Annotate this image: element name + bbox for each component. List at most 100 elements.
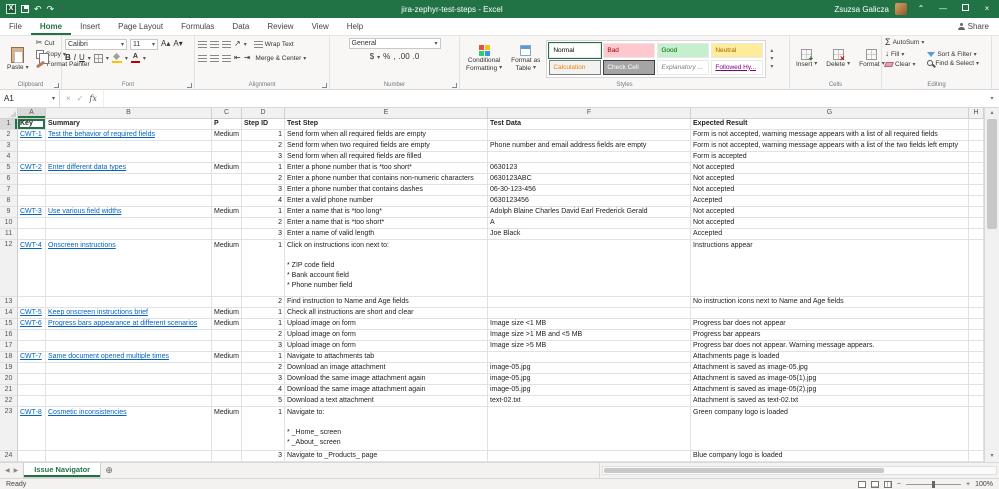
cell-H23[interactable] — [969, 407, 984, 451]
cell-G10[interactable]: Not accepted — [691, 218, 969, 229]
comma-format-icon[interactable]: , — [393, 52, 395, 62]
align-left-icon[interactable] — [198, 54, 207, 62]
cell-H18[interactable] — [969, 352, 984, 363]
cell-A11[interactable] — [18, 229, 46, 240]
cell-H19[interactable] — [969, 363, 984, 374]
cell-G9[interactable]: Not accepted — [691, 207, 969, 218]
delete-cells-button[interactable]: Delete▾ — [823, 38, 853, 79]
zoom-slider[interactable] — [906, 480, 961, 488]
cell-B20[interactable] — [46, 374, 212, 385]
cell-A21[interactable] — [18, 385, 46, 396]
cell-A9[interactable]: CWT-3 — [18, 207, 46, 218]
cell-D3[interactable]: 2 — [242, 141, 285, 152]
ribbon-tab-data[interactable]: Data — [223, 18, 258, 35]
column-header-A[interactable]: A — [18, 108, 46, 119]
cell-C22[interactable] — [212, 396, 242, 407]
cell-A10[interactable] — [18, 218, 46, 229]
cell-B12[interactable]: Onscreen instructions — [46, 240, 212, 297]
cell-C10[interactable] — [212, 218, 242, 229]
alignment-dialog-launcher-icon[interactable] — [322, 83, 327, 88]
cell-E22[interactable]: Download a text attachment — [285, 396, 488, 407]
format-as-table-button[interactable]: Format as Table ▾ — [508, 38, 543, 79]
cell-F23[interactable] — [488, 407, 691, 451]
cell-style-followed-hy[interactable]: Followed Hy... — [711, 59, 764, 75]
column-header-G[interactable]: G — [691, 108, 969, 119]
ribbon-tab-home[interactable]: Home — [31, 18, 71, 35]
cell-E13[interactable]: Find instruction to Name and Age fields — [285, 297, 488, 308]
cell-F12[interactable] — [488, 240, 691, 297]
cell-D17[interactable]: 3 — [242, 341, 285, 352]
cell-G3[interactable]: Form is not accepted, warning message ap… — [691, 141, 969, 152]
cell-H12[interactable] — [969, 240, 984, 297]
cell-E4[interactable]: Send form when all required fields are f… — [285, 152, 488, 163]
number-dialog-launcher-icon[interactable] — [452, 83, 457, 88]
ribbon-tab-review[interactable]: Review — [258, 18, 302, 35]
cell-D2[interactable]: 1 — [242, 130, 285, 141]
row-header-13[interactable]: 13 — [0, 297, 18, 308]
cell-G21[interactable]: Attachment is saved as image-05(2).jpg — [691, 385, 969, 396]
cell-G17[interactable]: Progress bar does not appear. Warning me… — [691, 341, 969, 352]
cell-G24[interactable]: Blue company logo is loaded — [691, 451, 969, 462]
cell-C12[interactable]: Medium — [212, 240, 242, 297]
number-format-select[interactable]: General ▾ — [348, 38, 441, 49]
redo-icon[interactable]: ↷ — [47, 0, 55, 18]
row-header-8[interactable]: 8 — [0, 196, 18, 207]
cell-D15[interactable]: 1 — [242, 319, 285, 330]
cell-F9[interactable]: Adolph Blaine Charles David Earl Frederi… — [488, 207, 691, 218]
cell-F7[interactable]: 06-30-123-456 — [488, 185, 691, 196]
cell-H16[interactable] — [969, 330, 984, 341]
cell-style-normal[interactable]: Normal — [548, 41, 603, 59]
cell-D1[interactable]: Step ID — [242, 119, 285, 130]
cell-H7[interactable] — [969, 185, 984, 196]
minimize-button[interactable]: — — [935, 0, 951, 18]
row-header-21[interactable]: 21 — [0, 385, 18, 396]
font-size-select[interactable]: 11 ▾ — [130, 38, 158, 50]
column-header-D[interactable]: D — [242, 108, 285, 119]
cell-H2[interactable] — [969, 130, 984, 141]
cell-E11[interactable]: Enter a name of valid length — [285, 229, 488, 240]
cell-F14[interactable] — [488, 308, 691, 319]
cell-F17[interactable]: Image size >5 MB — [488, 341, 691, 352]
ribbon-tab-view[interactable]: View — [303, 18, 338, 35]
cell-F20[interactable]: image-05.jpg — [488, 374, 691, 385]
cell-A16[interactable] — [18, 330, 46, 341]
top-align-icon[interactable] — [198, 40, 207, 48]
cell-E8[interactable]: Enter a valid phone number — [285, 196, 488, 207]
cell-B22[interactable] — [46, 396, 212, 407]
cell-B2[interactable]: Test the behavior of required fields — [46, 130, 212, 141]
cell-F5[interactable]: 0630123 — [488, 163, 691, 174]
currency-format-icon[interactable]: $ — [370, 52, 374, 62]
qat-customize-icon[interactable]: ▾ — [59, 0, 64, 18]
cell-H9[interactable] — [969, 207, 984, 218]
cell-F6[interactable]: 0630123ABC — [488, 174, 691, 185]
normal-view-icon[interactable] — [857, 480, 866, 488]
cell-C3[interactable] — [212, 141, 242, 152]
cell-style-good[interactable]: Good — [657, 42, 710, 58]
cell-A14[interactable]: CWT-5 — [18, 308, 46, 319]
cell-G6[interactable]: Not accepted — [691, 174, 969, 185]
row-header-22[interactable]: 22 — [0, 396, 18, 407]
row-header-12[interactable]: 12 — [0, 240, 18, 297]
row-header-11[interactable]: 11 — [0, 229, 18, 240]
cell-E5[interactable]: Enter a phone number that is *too short* — [285, 163, 488, 174]
cell-D7[interactable]: 3 — [242, 185, 285, 196]
cell-F15[interactable]: Image size <1 MB — [488, 319, 691, 330]
cell-C4[interactable] — [212, 152, 242, 163]
gallery-up-icon[interactable]: ▴ — [770, 47, 773, 54]
cell-B24[interactable] — [46, 451, 212, 462]
ribbon-tab-insert[interactable]: Insert — [71, 18, 109, 35]
cell-H10[interactable] — [969, 218, 984, 229]
row-header-23[interactable]: 23 — [0, 407, 18, 451]
cell-G1[interactable]: Expected Result — [691, 119, 969, 130]
cell-C1[interactable]: P — [212, 119, 242, 130]
cell-C18[interactable]: Medium — [212, 352, 242, 363]
cell-E12[interactable]: Click on instructions icon next to: * ZI… — [285, 240, 488, 297]
cell-B17[interactable] — [46, 341, 212, 352]
cell-style-explanatory[interactable]: Explanatory ... — [657, 59, 710, 75]
share-button[interactable]: Share — [948, 18, 999, 35]
cell-E21[interactable]: Download the same image attachment again — [285, 385, 488, 396]
row-header-15[interactable]: 15 — [0, 319, 18, 330]
cell-D20[interactable]: 3 — [242, 374, 285, 385]
cell-style-bad[interactable]: Bad — [603, 42, 656, 58]
cell-B19[interactable] — [46, 363, 212, 374]
